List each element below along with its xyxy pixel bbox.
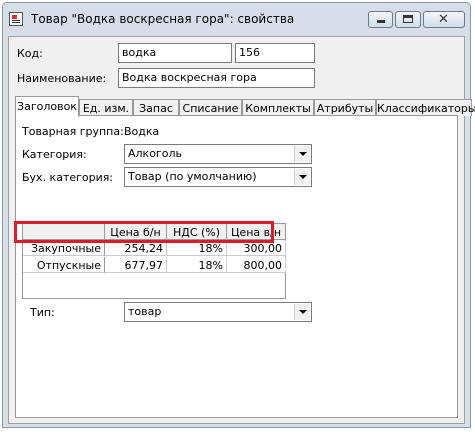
maximize-button[interactable] <box>395 11 421 28</box>
code-label: Код: <box>17 47 43 60</box>
tab-classifiers[interactable]: Классификаторы <box>376 99 475 116</box>
product-group-label: Товарная группа: <box>22 125 124 138</box>
category-label: Категория: <box>22 148 87 161</box>
tab-writeoff[interactable]: Списание <box>179 99 242 116</box>
name-label: Наименование: <box>17 72 107 85</box>
app-icon <box>9 12 23 26</box>
properties-window: Товар "Водка воскресная гора": свойства … <box>2 2 475 428</box>
row-sale-name: Отпускные <box>23 257 105 273</box>
acc-category-select[interactable]: Товар (по умолчанию) <box>124 167 312 187</box>
type-label: Тип: <box>30 306 55 319</box>
tab-units[interactable]: Ед. изм. <box>79 99 133 116</box>
name-field[interactable]: Водка воскресная гора <box>118 68 315 88</box>
acc-category-label: Бух. категория: <box>22 171 114 184</box>
close-button[interactable]: ✕ <box>423 11 465 28</box>
acc-category-value: Товар (по умолчанию) <box>128 170 257 183</box>
minimize-icon <box>377 20 385 23</box>
chevron-down-icon[interactable] <box>294 146 310 162</box>
title-bar[interactable]: Товар "Водка воскресная гора": свойства … <box>3 3 470 35</box>
tab-kits[interactable]: Комплекты <box>242 99 314 116</box>
chevron-down-icon[interactable] <box>294 304 310 320</box>
highlight-frame <box>14 221 274 243</box>
code-field[interactable]: водка <box>118 43 232 63</box>
tab-panel-header: Товарная группа: Водка Категория: Алкого… <box>15 115 458 418</box>
number-field[interactable]: 156 <box>235 43 315 63</box>
sale-vat[interactable]: 18% <box>167 257 227 273</box>
type-value: товар <box>128 305 162 318</box>
category-select[interactable]: Алкоголь <box>124 144 312 164</box>
sale-price-gross[interactable]: 800,00 <box>227 257 286 273</box>
close-icon: ✕ <box>438 12 449 27</box>
category-value: Алкоголь <box>128 147 182 160</box>
tab-attributes[interactable]: Атрибуты <box>314 99 376 116</box>
maximize-icon <box>403 15 413 23</box>
window-title: Товар "Водка воскресная гора": свойства <box>31 12 295 26</box>
minimize-button[interactable] <box>368 11 393 28</box>
product-group-value: Водка <box>124 125 160 138</box>
tab-header[interactable]: Заголовок <box>15 96 79 117</box>
type-select[interactable]: товар <box>124 302 312 322</box>
sale-price-net[interactable]: 677,97 <box>105 257 167 273</box>
chevron-down-icon[interactable] <box>294 169 310 185</box>
tab-stock[interactable]: Запас <box>133 99 179 116</box>
